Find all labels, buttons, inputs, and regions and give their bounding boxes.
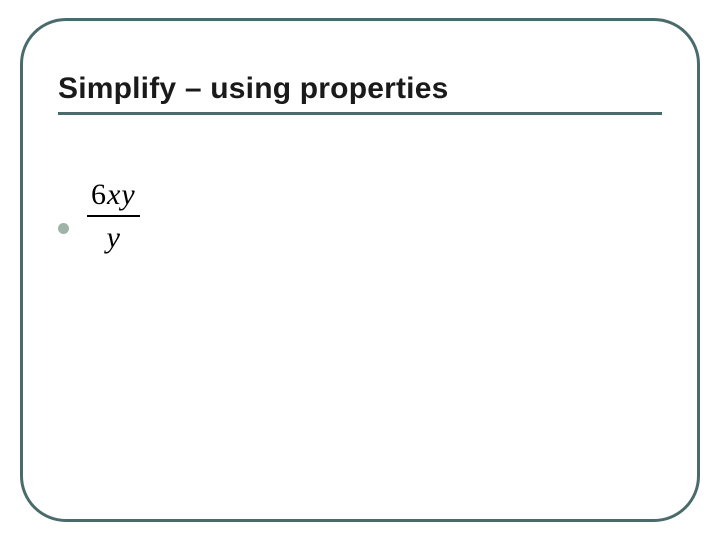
numerator-variables: xy [107, 178, 136, 211]
fraction-bar [87, 215, 140, 217]
fraction-numerator: 6xy [87, 178, 140, 213]
bullet-dot-icon [58, 223, 69, 234]
bullet-item: 6xy y [58, 178, 140, 254]
numerator-coefficient: 6 [91, 178, 107, 211]
slide: Simplify – using properties 6xy y [0, 0, 720, 540]
fraction-denominator: y [87, 219, 140, 254]
title-block: Simplify – using properties [58, 72, 662, 115]
fraction-expression: 6xy y [87, 178, 140, 254]
slide-title: Simplify – using properties [58, 72, 662, 112]
title-underline [58, 112, 662, 115]
